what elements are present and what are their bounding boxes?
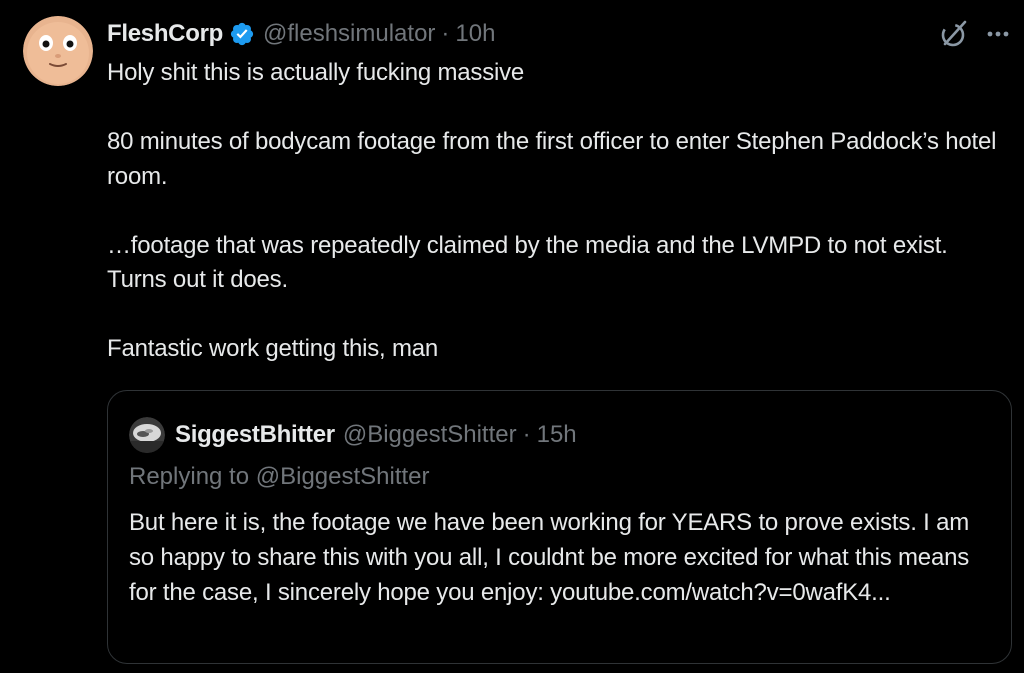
tweet-text: Holy shit this is actually fucking massi… <box>107 59 997 362</box>
verified-badge-icon[interactable] <box>229 21 255 47</box>
more-options-icon[interactable] <box>984 20 1012 48</box>
avatar[interactable] <box>23 16 93 86</box>
quoted-tweet-header: SiggestBhitter @BiggestShitter · 15h <box>129 417 577 453</box>
quoted-avatar-image-icon <box>129 417 165 453</box>
quoted-tweet-text: But here it is, the footage we have been… <box>129 509 970 606</box>
quoted-tweet[interactable]: SiggestBhitter @BiggestShitter · 15h Rep… <box>107 390 1012 664</box>
tweet-header: FleshCorp @fleshsimulator · 10h <box>107 17 495 51</box>
timestamp[interactable]: 10h <box>455 20 495 48</box>
replying-to: Replying to @BiggestShitter <box>129 463 430 490</box>
avatar-face-icon <box>23 16 93 86</box>
quoted-separator-dot: · <box>522 421 531 448</box>
tweet[interactable]: FleshCorp @fleshsimulator · 10h Holy shi <box>0 0 1024 673</box>
grok-icon[interactable] <box>938 18 970 50</box>
separator-dot: · <box>441 20 450 47</box>
author-handle[interactable]: @fleshsimulator <box>263 20 435 48</box>
quoted-timestamp[interactable]: 15h <box>537 421 577 449</box>
quoted-avatar[interactable] <box>129 417 165 453</box>
quoted-author-handle[interactable]: @BiggestShitter <box>343 421 517 449</box>
author-display-name[interactable]: FleshCorp <box>107 20 223 48</box>
quoted-author-display-name[interactable]: SiggestBhitter <box>175 421 335 449</box>
tweet-actions <box>938 18 1012 50</box>
